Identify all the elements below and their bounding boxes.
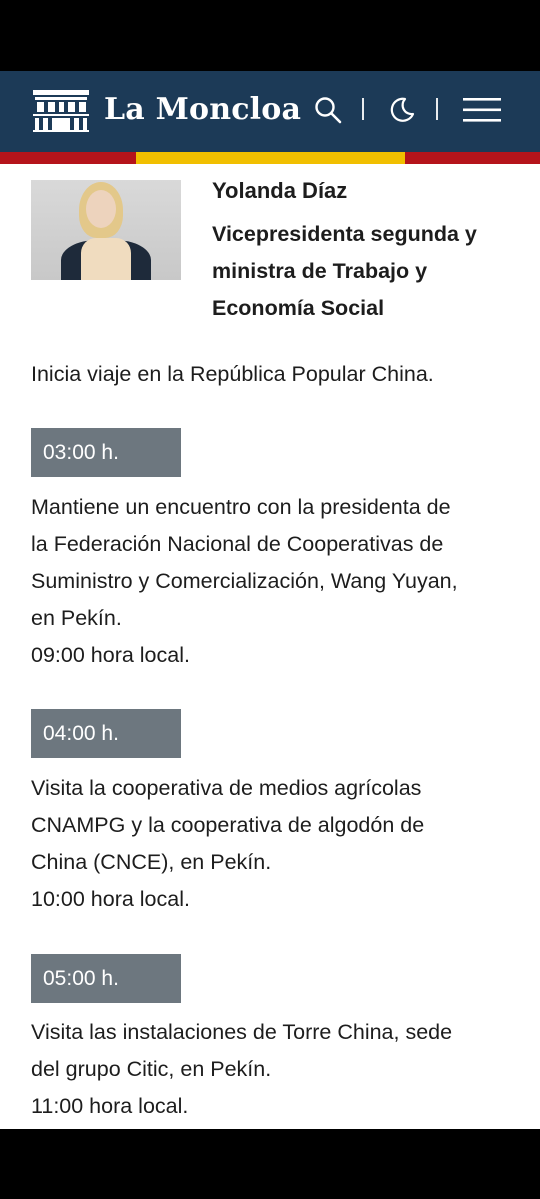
role-line: Economía Social: [212, 296, 385, 320]
profile-photo: [31, 180, 181, 280]
header-separator: [362, 98, 364, 120]
status-bar: [0, 0, 540, 71]
event-description: Visita la cooperativa de medios agrícola…: [31, 770, 521, 918]
local-time: 10:00 hora local.: [31, 887, 190, 911]
event-line: CNAMPG y la cooperativa de algodón de: [31, 813, 425, 837]
event-line: Mantiene un encuentro con la presidenta …: [31, 495, 451, 519]
search-icon: [315, 97, 342, 124]
search-button[interactable]: [310, 92, 346, 128]
moncloa-logo-icon[interactable]: [31, 88, 91, 132]
event-line: Visita la cooperativa de medios agrícola…: [31, 776, 422, 800]
event-line: China (CNCE), en Pekín.: [31, 850, 272, 874]
event-description: Mantiene un encuentro con la presidenta …: [31, 489, 521, 674]
event-description: Visita las instalaciones de Torre China,…: [31, 1014, 521, 1125]
profile-role: Vicepresidenta segunda y ministra de Tra…: [212, 216, 522, 327]
intro-text: Inicia viaje en la República Popular Chi…: [31, 362, 434, 386]
event-line: Suministro y Comercialización, Wang Yuya…: [31, 569, 458, 593]
header-separator: [436, 98, 438, 120]
role-line: Vicepresidenta segunda y: [212, 222, 477, 246]
event-line: Visita las instalaciones de Torre China,…: [31, 1020, 453, 1044]
agenda-content: Yolanda Díaz Vicepresidenta segunda y mi…: [0, 164, 540, 1129]
flag-stripe: [0, 152, 540, 164]
profile-name[interactable]: Yolanda Díaz: [212, 178, 347, 204]
event-line: la Federación Nacional de Cooperativas d…: [31, 532, 444, 556]
dark-mode-button[interactable]: [384, 92, 420, 128]
system-nav-bar: [0, 1129, 540, 1199]
site-title[interactable]: La Moncloa: [104, 92, 301, 127]
time-badge: 03:00 h.: [31, 428, 181, 477]
event-line: del grupo Citic, en Pekín.: [31, 1057, 272, 1081]
time-badge: 04:00 h.: [31, 709, 181, 758]
menu-button[interactable]: [460, 92, 504, 128]
time-badge: 05:00 h.: [31, 954, 181, 1003]
dark-mode-icon: [390, 97, 415, 122]
menu-icon: [463, 98, 501, 122]
role-line: ministra de Trabajo y: [212, 259, 428, 283]
local-time: 11:00 hora local.: [31, 1094, 189, 1118]
event-line: en Pekín.: [31, 606, 122, 630]
local-time: 09:00 hora local.: [31, 643, 190, 667]
